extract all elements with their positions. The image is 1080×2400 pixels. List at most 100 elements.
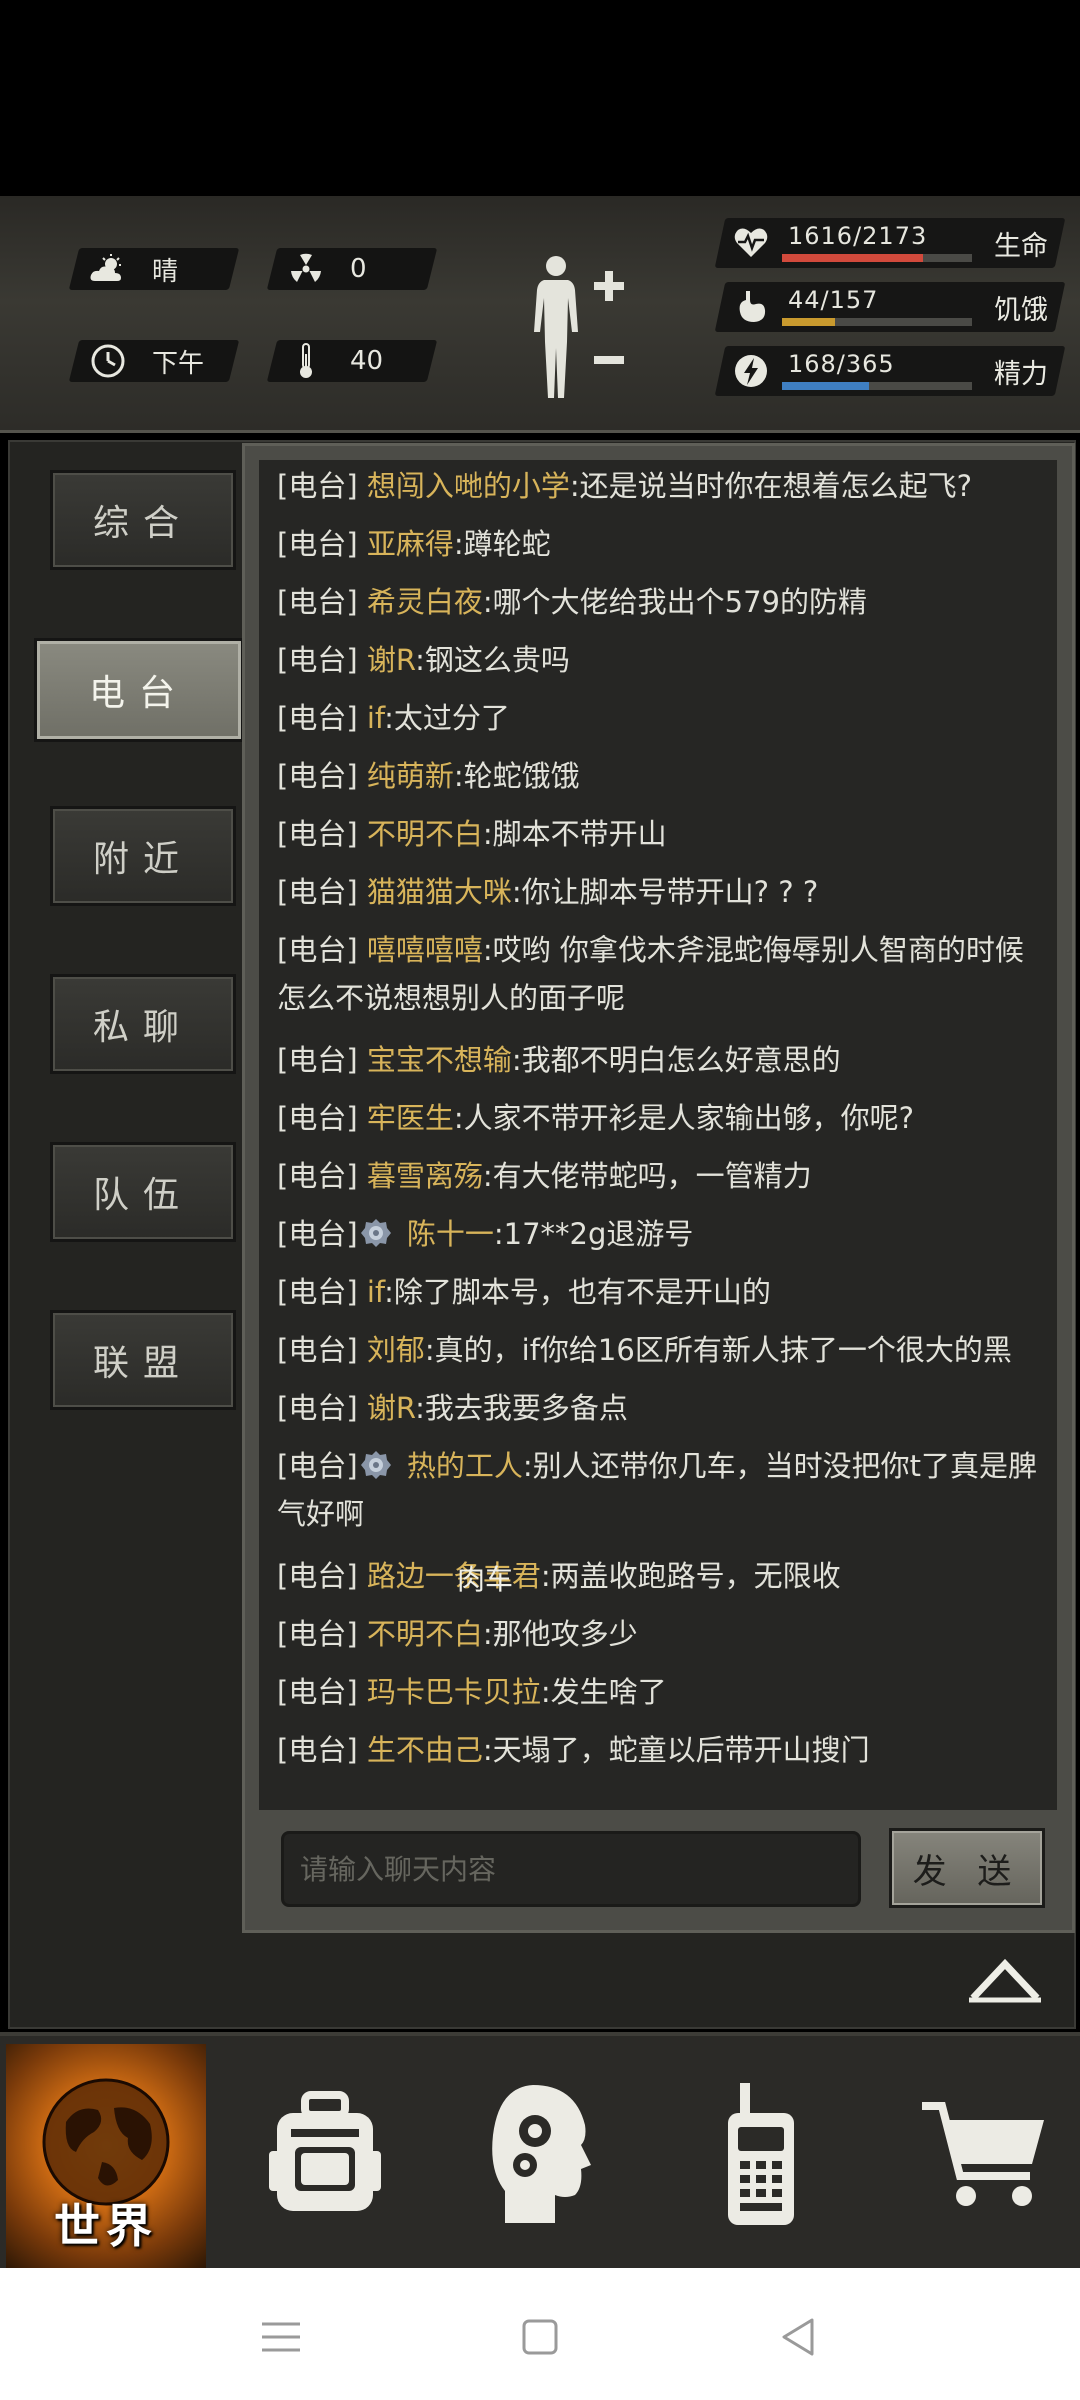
hunger-value: 44/157 (788, 286, 879, 314)
chat-message: [电台] 不明不白:那他攻多少 (277, 1617, 638, 1651)
collapse-chevron-icon[interactable] (965, 1952, 1045, 2004)
sender-name[interactable]: 生不由己 (367, 1733, 483, 1767)
body-silhouette-icon (534, 256, 578, 398)
system-navigation-bar (0, 2268, 1080, 2400)
plus-icon (594, 271, 624, 301)
chat-message: [电台] 生不由己:天塌了，蛇童以后带开山搜门 (277, 1733, 870, 1767)
temperature-indicator: 40 (266, 340, 438, 382)
chat-message: [电台] if:除了脚本号，也有不是开山的 (277, 1275, 771, 1309)
tab-alliance[interactable]: 联盟 (50, 1310, 236, 1410)
sender-name[interactable]: 宝宝不想输 (367, 1043, 512, 1077)
radiation-value: 0 (350, 254, 367, 284)
sender-name[interactable]: 希灵白夜 (367, 585, 483, 619)
energy-label: 精力 (994, 359, 1048, 390)
sender-name[interactable]: 路边一条丰君 (367, 1559, 541, 1593)
sender-name[interactable]: 刘郁 (367, 1333, 425, 1367)
energy-icon (732, 352, 770, 390)
vip-badge-icon (360, 1447, 392, 1479)
health-label: 生命 (994, 231, 1048, 262)
sender-name[interactable]: if (367, 701, 384, 735)
vital-hunger: 44/157 饥饿 (714, 282, 1066, 332)
chat-message: [电台] 牢医生:人家不带开衫是人家输出够，你呢? (277, 1101, 915, 1135)
home-icon[interactable] (515, 2312, 565, 2362)
status-header: 晴 0 下午 40 1616/2173 生命 44/157 饥饿 168/365… (0, 196, 1080, 433)
tab-private-chat[interactable]: 私聊 (50, 974, 236, 1074)
sender-name[interactable]: 纯萌新 (367, 759, 454, 793)
tab-general[interactable]: 综合 (50, 470, 236, 570)
sender-name[interactable]: 陈十一 (407, 1217, 494, 1251)
back-icon[interactable] (774, 2312, 824, 2362)
shop-cart-icon (922, 2102, 1044, 2206)
hunger-bar-fill (782, 318, 836, 326)
weather-indicator: 晴 (68, 248, 240, 290)
chat-message: [电台] 路边一条丰君:两盖收跑路号，无限收 肉车 (277, 1552, 1057, 1600)
sender-name[interactable]: 热的工人 (407, 1449, 523, 1483)
time-text: 下午 (152, 348, 205, 379)
sender-name[interactable]: 暮雪离殇 (367, 1159, 483, 1193)
sender-name[interactable]: 想闯入哋的小学 (367, 469, 570, 503)
sender-name[interactable]: 谢R (367, 1391, 415, 1425)
floating-text: 肉车 (457, 1563, 514, 1596)
energy-value: 168/365 (788, 350, 895, 378)
top-blank-area (0, 0, 1080, 196)
chat-message: [电台] 亚麻得:蹲轮蛇 (277, 527, 551, 561)
temperature-value: 40 (350, 346, 384, 376)
chat-panel: [电台] 想闯入哋的小学:还是说当时你在想着怎么起飞? [电台] 亚麻得:蹲轮蛇… (242, 443, 1075, 1933)
minus-icon (594, 356, 624, 364)
sender-name[interactable]: 谢R (367, 643, 415, 677)
chat-message: [电台] 刘郁:真的，if你给16区所有新人抹了一个很大的黑 (277, 1333, 1012, 1367)
thermometer-icon (286, 341, 326, 381)
send-button[interactable]: 发 送 (889, 1828, 1045, 1908)
sender-name[interactable]: 牢医生 (367, 1101, 454, 1135)
shop-nav-button[interactable] (900, 2036, 1070, 2272)
tab-nearby[interactable]: 附近 (50, 806, 236, 906)
chat-message: [电台] 希灵白夜:哪个大佬给我出个579的防精 (277, 585, 867, 619)
chat-message: [电台] 猫猫猫大咪:你让脚本号带开山? ? ? (277, 875, 819, 909)
vital-energy: 168/365 精力 (714, 346, 1066, 396)
world-nav-button[interactable]: 世界 (6, 2044, 206, 2270)
chat-message: [电台] 热的工人:别人还带你几车，当时没把你t了真是脾 气好啊 (277, 1447, 1038, 1531)
tab-radio[interactable]: 电台 (34, 638, 244, 742)
health-bar-fill (782, 254, 924, 262)
chat-message: [电台] 嘻嘻嘻嘻:哎哟 你拿伐木斧混蛇侮辱别人智商的时候 怎么不说想想别人的面子… (277, 933, 1024, 1015)
bottom-navigation: 世界 (0, 2032, 1080, 2272)
hunger-label: 饥饿 (994, 295, 1048, 326)
chat-message: [电台] 不明不白:脚本不带开山 (277, 817, 667, 851)
energy-bar-fill (782, 382, 870, 390)
heart-icon (732, 224, 770, 262)
vip-badge-icon (360, 1215, 392, 1247)
sender-name[interactable]: 不明不白 (367, 1617, 483, 1651)
backpack-nav-button[interactable] (240, 2036, 410, 2272)
chat-message: [电台] if:太过分了 (277, 701, 510, 735)
stomach-icon (732, 288, 770, 326)
sender-name[interactable]: 嘻嘻嘻嘻 (367, 933, 483, 967)
sender-name[interactable]: 亚麻得 (367, 527, 454, 561)
chat-message: [电台] 暮雪离殇:有大佬带蛇吗，一管精力 (277, 1159, 812, 1193)
weather-text: 晴 (152, 256, 179, 287)
radio-device-icon (728, 2083, 794, 2225)
sender-name[interactable]: 不明不白 (367, 817, 483, 851)
skills-head-icon (492, 2085, 591, 2223)
chat-message: [电台] 宝宝不想输:我都不明白怎么好意思的 (277, 1043, 841, 1077)
sender-name[interactable]: 玛卡巴卡贝拉 (367, 1675, 541, 1709)
time-indicator: 下午 (68, 340, 240, 382)
sender-name[interactable]: if (367, 1275, 384, 1309)
menu-icon[interactable] (256, 2312, 306, 2362)
health-value: 1616/2173 (788, 222, 928, 250)
chat-message-list[interactable]: [电台] 想闯入哋的小学:还是说当时你在想着怎么起飞? [电台] 亚麻得:蹲轮蛇… (259, 460, 1057, 1810)
clock-icon (88, 341, 128, 381)
chat-message: [电台] 谢R:钢这么贵吗 (277, 643, 570, 677)
sender-name[interactable]: 猫猫猫大咪 (367, 875, 512, 909)
chat-input[interactable] (281, 1831, 861, 1907)
chat-message: [电台] 谢R:我去我要多备点 (277, 1391, 628, 1425)
chat-message: [电台] 想闯入哋的小学:还是说当时你在想着怎么起飞? (277, 469, 973, 503)
vital-health: 1616/2173 生命 (714, 218, 1066, 268)
chat-message: [电台] 玛卡巴卡贝拉:发生啥了 (277, 1675, 667, 1709)
chat-message: [电台] 陈十一:17**2g退游号 (277, 1215, 694, 1251)
skills-nav-button[interactable] (460, 2036, 620, 2272)
chat-message: [电台] 纯萌新:轮蛇饿饿 (277, 759, 580, 793)
character-body-button[interactable] (520, 252, 630, 402)
tab-team[interactable]: 队伍 (50, 1142, 236, 1242)
radiation-indicator: 0 (266, 248, 438, 290)
radio-nav-button[interactable] (680, 2036, 840, 2272)
